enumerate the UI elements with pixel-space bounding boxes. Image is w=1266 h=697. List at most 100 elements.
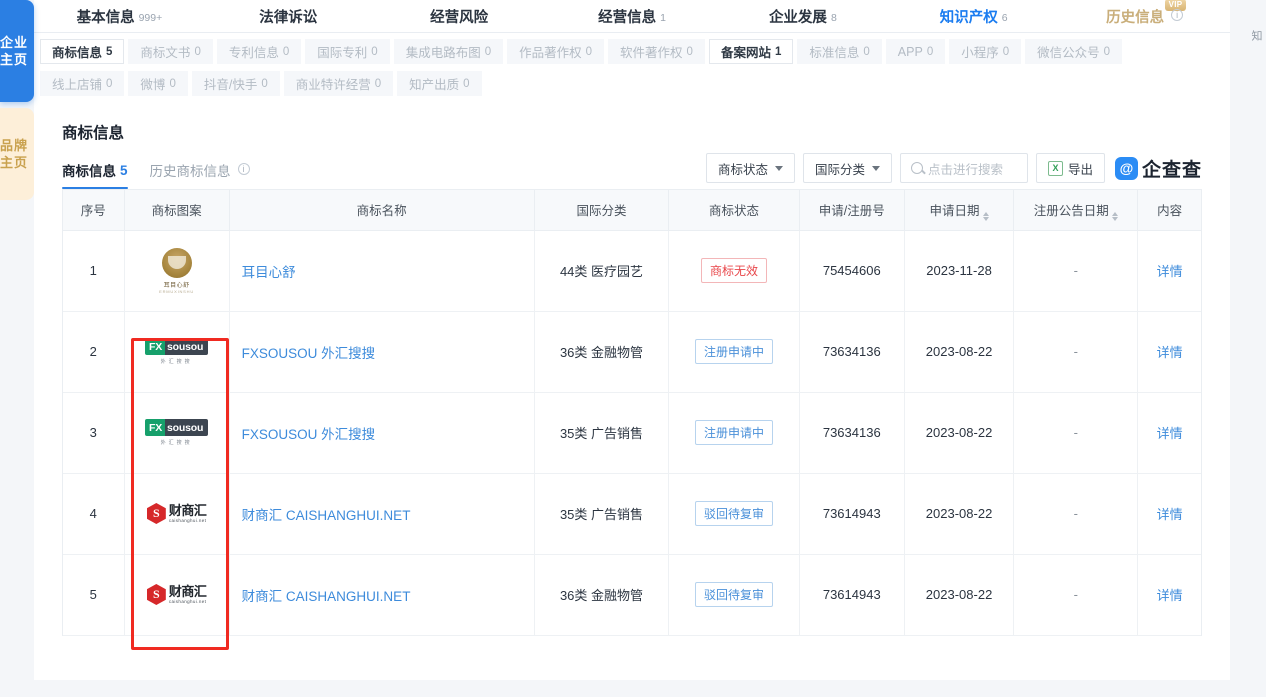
chip-registered-website[interactable]: 备案网站 1 bbox=[708, 39, 794, 64]
chip-wechat-account[interactable]: 微信公众号 0 bbox=[1025, 39, 1123, 64]
table-tools: 商标状态 国际分类 点击进行搜索 X 导出 @ 企查查 bbox=[705, 153, 1202, 189]
nav-item-operations-label: 经营信息 bbox=[598, 9, 657, 26]
detail-link[interactable]: 详情 bbox=[1157, 507, 1183, 522]
secondary-nav: 商标信息 5 商标文书 0 专利信息 0 国际专利 0 集成电路布图 0 作品著… bbox=[34, 33, 1230, 107]
cell-logo: 耳目心舒 ERMUXINSHU bbox=[124, 230, 230, 312]
cell-detail: 详情 bbox=[1137, 473, 1201, 555]
cell-apply-date: 2023-08-22 bbox=[904, 311, 1015, 393]
rail-tab-company-home[interactable]: 企业主页 bbox=[0, 0, 34, 102]
cell-apply-date: 2023-11-28 bbox=[904, 230, 1015, 312]
cell-category: 36类 金融物管 bbox=[534, 311, 670, 393]
section-subtabs: 商标信息 5 历史商标信息 i bbox=[62, 160, 250, 189]
hexagon-s-icon: S bbox=[146, 503, 166, 524]
info-circle-icon: i bbox=[237, 163, 250, 175]
cell-category: 35类 广告销售 bbox=[534, 473, 670, 555]
search-input[interactable]: 点击进行搜索 bbox=[899, 153, 1028, 183]
detail-link[interactable]: 详情 bbox=[1157, 426, 1183, 441]
status-badge: 注册申请中 bbox=[694, 339, 773, 364]
chip-trademark-docs[interactable]: 商标文书 0 bbox=[128, 39, 213, 64]
filter-international-class[interactable]: 国际分类 bbox=[802, 153, 892, 183]
chip-trademark-info-count: 5 bbox=[106, 45, 113, 58]
chip-patent-info-label: 专利信息 bbox=[228, 46, 279, 60]
chip-ic-layout[interactable]: 集成电路布图 0 bbox=[393, 39, 504, 64]
col-apply-date-label: 申请日期 bbox=[929, 203, 980, 218]
chip-international-patent[interactable]: 国际专利 0 bbox=[305, 39, 390, 64]
chip-trademark-info[interactable]: 商标信息 5 bbox=[40, 39, 125, 64]
status-badge: 商标无效 bbox=[700, 258, 767, 283]
nav-item-legal-label: 法律诉讼 bbox=[259, 9, 318, 26]
table-head: 序号 商标图案 商标名称 国际分类 商标状态 申请/注册号 申请日期 注册公告日… bbox=[63, 190, 1201, 231]
cell-name: 财商汇 CAISHANGHUI.NET bbox=[229, 473, 535, 555]
detail-link[interactable]: 详情 bbox=[1157, 588, 1183, 603]
chip-ip-pledge[interactable]: 知产出质 0 bbox=[397, 71, 482, 96]
col-apply-date[interactable]: 申请日期 bbox=[904, 190, 1015, 231]
page-root: 知 企业主页 品牌主页 基本信息 999+ 法律诉讼 经营风险 经营信息 1 企… bbox=[0, 0, 1266, 697]
cell-logo: S 财商汇 caishanghui.net bbox=[124, 554, 230, 636]
chip-software-copyright[interactable]: 软件著作权 0 bbox=[608, 39, 705, 64]
nav-item-intellectual-property[interactable]: 知识产权 6 bbox=[888, 0, 1060, 33]
chip-wechat-account-count: 0 bbox=[1103, 45, 1111, 58]
subtab-trademark-info[interactable]: 商标信息 5 bbox=[62, 160, 128, 189]
chip-miniprogram[interactable]: 小程序 0 bbox=[949, 39, 1022, 64]
chip-weibo-count: 0 bbox=[169, 77, 176, 90]
fxsousou-logo-sub: 外汇搜搜 bbox=[160, 440, 193, 447]
cell-announce-date: - bbox=[1013, 311, 1139, 393]
chip-douyin-kuaishou[interactable]: 抖音/快手 0 bbox=[191, 71, 280, 96]
nav-item-basic-info[interactable]: 基本信息 999+ bbox=[34, 0, 205, 32]
secondary-nav-row-2: 线上店铺 0 微博 0 抖音/快手 0 商业特许经营 0 知产出质 0 bbox=[40, 71, 1224, 103]
caishanghui-logo-mark: S bbox=[152, 506, 160, 520]
col-reg-no: 申请/注册号 bbox=[799, 190, 905, 231]
chip-work-copyright[interactable]: 作品著作权 0 bbox=[507, 39, 605, 64]
trademark-name-link[interactable]: FXSOUSOU 外汇搜搜 bbox=[242, 346, 376, 361]
chip-patent-info[interactable]: 专利信息 0 bbox=[216, 39, 302, 64]
trademark-name-link[interactable]: 财商汇 CAISHANGHUI.NET bbox=[242, 508, 411, 523]
col-announce-date[interactable]: 注册公告日期 bbox=[1013, 190, 1139, 231]
chip-work-copyright-label: 作品著作权 bbox=[519, 46, 582, 60]
sort-icon[interactable] bbox=[1111, 211, 1118, 221]
detail-link[interactable]: 详情 bbox=[1157, 264, 1183, 279]
table-row: 1 耳目心舒 ERMUXINSHU 耳目心舒 44类 医疗园艺 商标无效 754… bbox=[63, 230, 1201, 312]
status-badge: 驳回待复审 bbox=[694, 582, 773, 607]
table-row: 2 FX sousou 外汇搜搜 FXSOUSOU 外汇搜搜 36类 金融物管 … bbox=[63, 311, 1201, 393]
trademark-name-link[interactable]: 耳目心舒 bbox=[242, 265, 296, 280]
chip-app[interactable]: APP 0 bbox=[885, 39, 946, 64]
table-row: 5 S 财商汇 caishanghui.net 财商汇 CAISHANGHUI.… bbox=[63, 554, 1201, 636]
nav-item-risk[interactable]: 经营风险 bbox=[376, 0, 547, 32]
chip-registered-website-count: 1 bbox=[774, 45, 782, 58]
chevron-down-icon bbox=[871, 165, 880, 171]
nav-item-history[interactable]: VIP 历史信息 i bbox=[1059, 0, 1230, 32]
main-panel: 基本信息 999+ 法律诉讼 经营风险 经营信息 1 企业发展 8 知识产权 6… bbox=[34, 0, 1230, 680]
col-index: 序号 bbox=[63, 190, 125, 231]
trademark-section: 商标信息 商标信息 5 历史商标信息 i 商标状态 国际分类 点击进行搜索 X … bbox=[34, 107, 1230, 636]
chip-weibo[interactable]: 微博 0 bbox=[128, 71, 188, 96]
chip-work-copyright-count: 0 bbox=[585, 45, 593, 58]
fxsousou-logo-sub: 外汇搜搜 bbox=[160, 359, 193, 366]
nav-item-development[interactable]: 企业发展 8 bbox=[717, 0, 888, 32]
chip-standard-info[interactable]: 标准信息 0 bbox=[797, 39, 882, 64]
chip-ic-layout-label: 集成电路布图 bbox=[405, 46, 481, 60]
export-button[interactable]: X 导出 bbox=[1035, 153, 1105, 183]
fxsousou-wordmark-icon: FX sousou bbox=[145, 338, 209, 356]
nav-item-operations[interactable]: 经营信息 1 bbox=[547, 0, 718, 32]
cell-index: 1 bbox=[63, 230, 125, 312]
chip-franchise[interactable]: 商业特许经营 0 bbox=[283, 71, 394, 96]
chip-online-store[interactable]: 线上店铺 0 bbox=[40, 71, 125, 96]
trademark-name-link[interactable]: FXSOUSOU 外汇搜搜 bbox=[242, 427, 376, 442]
filter-trademark-status[interactable]: 商标状态 bbox=[705, 153, 795, 183]
col-content: 内容 bbox=[1137, 190, 1201, 231]
trademark-name-link[interactable]: 财商汇 CAISHANGHUI.NET bbox=[242, 589, 411, 604]
cell-index: 3 bbox=[63, 392, 125, 474]
detail-link[interactable]: 详情 bbox=[1157, 345, 1183, 360]
cell-apply-date: 2023-08-22 bbox=[904, 473, 1015, 555]
nav-item-legal[interactable]: 法律诉讼 bbox=[205, 0, 376, 32]
cell-apply-date: 2023-08-22 bbox=[904, 554, 1015, 636]
sort-icon[interactable] bbox=[982, 211, 989, 221]
chevron-down-icon bbox=[774, 165, 783, 171]
subtab-history-trademark-info[interactable]: 历史商标信息 i bbox=[150, 160, 250, 189]
rail-tab-brand-home[interactable]: 品牌主页 bbox=[0, 108, 34, 200]
chip-ic-layout-count: 0 bbox=[484, 45, 492, 58]
cell-reg-no: 73614943 bbox=[799, 473, 905, 555]
logo-caption: 耳目心舒 bbox=[163, 282, 190, 289]
info-circle-icon: i bbox=[1171, 9, 1184, 21]
page-title: 商标信息 bbox=[62, 125, 125, 142]
